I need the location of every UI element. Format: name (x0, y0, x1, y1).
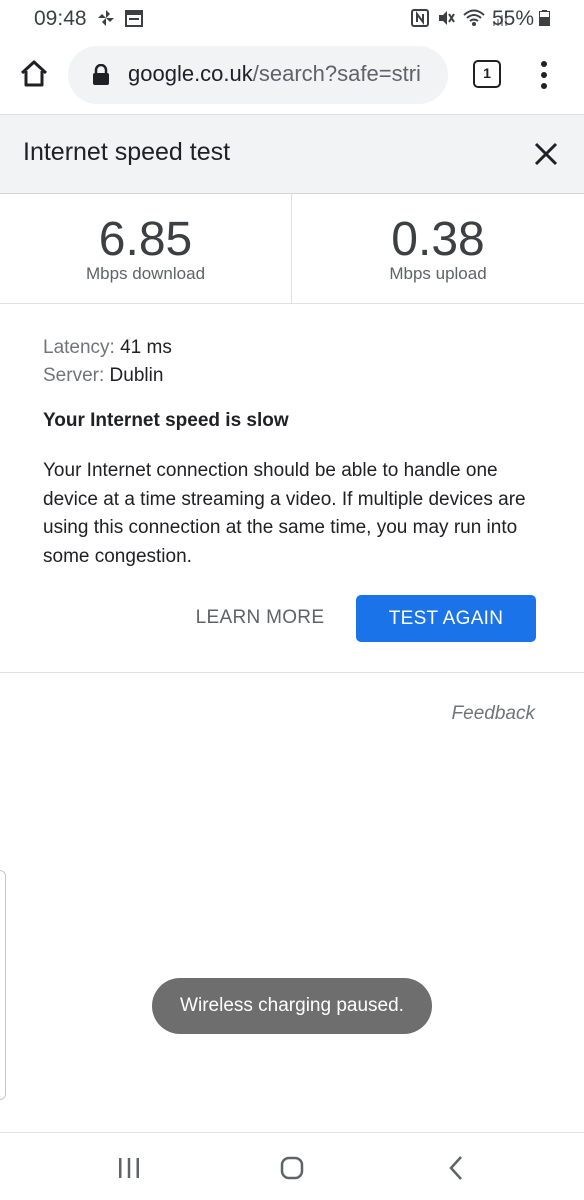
test-again-button[interactable]: TEST AGAIN (356, 595, 536, 642)
battery-percent: 55% (491, 7, 534, 30)
home-nav-icon[interactable] (280, 1156, 304, 1180)
download-label: Mbps download (85, 264, 206, 283)
home-icon[interactable] (18, 58, 50, 90)
system-nav-bar (0, 1132, 584, 1200)
latency-row: Latency: 41 ms (43, 334, 543, 362)
upload-value: 0.38 (391, 213, 485, 266)
address-bar[interactable]: google.co.uk/search?safe=stri (68, 46, 448, 104)
download-result: 6.85 Mbps download (0, 194, 292, 304)
feedback-link[interactable]: Feedback (452, 703, 535, 725)
download-value: 6.85 (98, 213, 193, 266)
test-details: Latency: 41 ms Server: Dublin (43, 334, 543, 390)
more-menu-icon[interactable] (530, 58, 558, 92)
back-icon[interactable] (448, 1155, 464, 1181)
card-title: Internet speed test (23, 138, 231, 166)
wifi-icon (463, 9, 485, 26)
nfc-icon (411, 9, 429, 27)
tab-switcher-button[interactable]: 1 (473, 60, 501, 88)
latency-value: 41 ms (120, 337, 172, 358)
upload-label: Mbps upload (389, 264, 487, 283)
edge-panel-handle[interactable] (0, 870, 6, 1100)
learn-more-button[interactable]: LEARN MORE (190, 596, 330, 640)
card-header: Internet speed test (0, 114, 584, 194)
browser-toolbar: google.co.uk/search?safe=stri 1 (0, 38, 584, 114)
server-row: Server: Dublin (43, 362, 543, 390)
server-key: Server: (43, 365, 105, 386)
mute-icon (439, 11, 455, 25)
server-value: Dublin (109, 365, 164, 386)
calendar-icon (125, 10, 143, 27)
battery-icon (539, 10, 550, 26)
upload-result: 0.38 Mbps upload (292, 194, 584, 304)
url-text[interactable]: google.co.uk/search?safe=stri (128, 61, 421, 87)
recent-apps-icon[interactable] (117, 1157, 141, 1179)
speed-verdict: Your Internet speed is slow (43, 410, 289, 431)
speed-results: 6.85 Mbps download 0.38 Mbps upload (0, 194, 584, 304)
divider (0, 672, 584, 673)
status-time: 09:48 (34, 7, 87, 30)
toast-message: Wireless charging paused. (152, 978, 432, 1034)
speed-explanation: Your Internet connection should be able … (43, 460, 526, 567)
latency-key: Latency: (43, 337, 115, 358)
status-bar: 09:48 55% (0, 0, 584, 38)
lock-icon (93, 64, 109, 85)
close-icon[interactable] (532, 140, 560, 168)
pinwheel-icon (98, 10, 114, 26)
